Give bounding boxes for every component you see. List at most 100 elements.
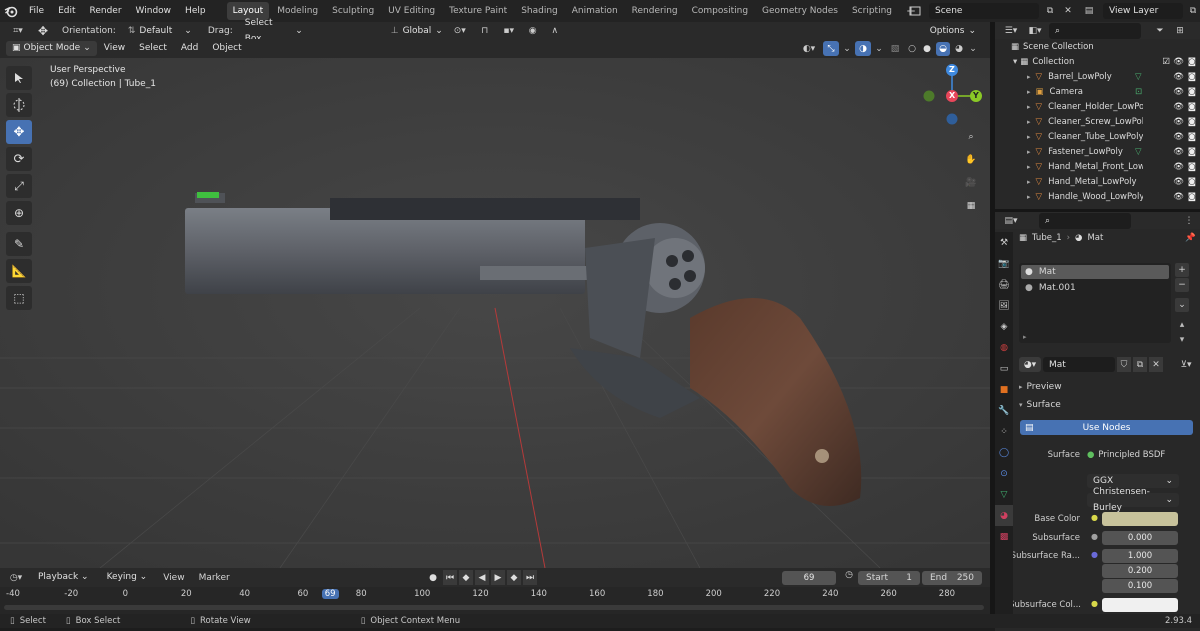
annotate-tool-icon[interactable]: ✎ [6,232,32,256]
tab-animation[interactable]: Animation [566,2,624,20]
playback-menu[interactable]: Playback ⌄ [32,570,95,585]
tab-compositing[interactable]: Compositing [686,2,754,20]
eye-icon[interactable]: 👁 [1173,87,1184,97]
add-cube-tool-icon[interactable]: ⬚ [6,286,32,310]
camera-render-icon[interactable]: ◙ [1188,117,1196,127]
use-nodes-button[interactable]: ▤ Use Nodes [1020,420,1193,435]
zoom-icon[interactable]: ⌕ [962,128,980,146]
chevron-down-icon[interactable]: ⌄ [874,44,884,54]
eye-icon[interactable]: 👁 [1173,57,1184,67]
socket-dot-icon[interactable]: ● [1091,550,1098,559]
unlink-material-icon[interactable]: ✕ [1149,357,1163,372]
checkbox-icon[interactable]: ☑ [1162,57,1170,67]
output-tab-icon[interactable]: 🖨 [995,274,1013,295]
snap-target-icon[interactable]: ▪▾ [499,26,519,36]
camera-render-icon[interactable]: ◙ [1188,102,1196,112]
new-collection-icon[interactable]: ⊞ [1173,26,1187,36]
editor-type-icon[interactable]: ⌗▾ [8,26,28,36]
3d-viewport[interactable]: User Perspective (69) Collection | Tube_… [0,58,990,568]
camera-render-icon[interactable]: ◙ [1188,87,1196,97]
rendered-shading-icon[interactable]: ◕ [953,44,965,54]
solid-shading-icon[interactable]: ● [921,44,933,54]
outliner-editor-icon[interactable]: ☰▾ [1001,26,1021,36]
socket-dot-icon[interactable]: ● [1091,532,1098,541]
chevron-down-icon[interactable]: ⌄ [842,44,852,54]
chevron-down-icon[interactable]: ⌄ [968,44,978,54]
camera-render-icon[interactable]: ◙ [1188,147,1196,157]
jump-start-icon[interactable]: ⏮ [443,570,457,585]
tab-rendering[interactable]: Rendering [626,2,684,20]
list-expand-icon[interactable]: ▸ [1023,333,1027,341]
tab-shading[interactable]: Shading [515,2,564,20]
transform-orientation-dropdown[interactable]: ⊥ Global ⌄ [384,22,443,39]
eye-icon[interactable]: 👁 [1173,192,1184,202]
visibility-filter-icon[interactable]: ◐▾ [798,44,820,54]
menu-select[interactable]: Select [132,39,174,58]
eye-icon[interactable]: 👁 [1173,102,1184,112]
preview-panel-header[interactable]: ▸ Preview [1019,382,1062,392]
transform-tool-icon[interactable]: ⊕ [6,201,32,225]
outliner-row[interactable]: ▸ ▽ Handle_Wood_LowPoly 👁 ◙ [995,189,1200,204]
eye-icon[interactable]: 👁 [1173,177,1184,187]
chevron-right-icon[interactable]: ▸ [1027,73,1031,81]
camera-render-icon[interactable]: ◙ [1188,192,1196,202]
outliner-row[interactable]: ▸ ▽ Cleaner_Screw_LowPoly 👁 ◙ [995,114,1200,129]
timeline-scrollbar[interactable] [4,605,984,610]
rotate-tool-icon[interactable]: ⟳ [6,147,32,171]
chevron-right-icon[interactable]: ▸ [1027,148,1031,156]
timeline-editor-icon[interactable]: ◷▾ [6,573,26,583]
tool-tab-icon[interactable]: ⚒ [995,232,1013,253]
tab-scripting[interactable]: Scripting [846,2,898,20]
scene-tab-icon[interactable]: ◈ [995,316,1013,337]
start-frame-field[interactable]: Start 1 [858,571,920,585]
surface-shader-selector[interactable]: ● Principled BSDF [1087,448,1179,462]
properties-search-input[interactable]: ⌕ [1039,212,1131,229]
cursor-tool-icon[interactable] [6,93,32,117]
measure-tool-icon[interactable]: 📐 [6,259,32,283]
browse-material-icon[interactable]: ◕▾ [1019,357,1041,372]
new-view-layer-icon[interactable]: ⧉ [1187,6,1199,16]
outliner-row[interactable]: ▸ ▽ Cleaner_Tube_LowPoly 👁 ◙ [995,129,1200,144]
jump-end-icon[interactable]: ⏭ [523,570,537,585]
fake-user-icon[interactable]: ⛉ [1117,357,1131,372]
camera-render-icon[interactable]: ◙ [1188,177,1196,187]
move-up-icon[interactable]: ▴ [1175,318,1189,332]
collection-tab-icon[interactable]: ▭ [995,358,1013,379]
play-icon[interactable]: ▶ [491,570,505,585]
eye-icon[interactable]: 👁 [1173,132,1184,142]
pan-hand-icon[interactable]: ✋ [962,151,980,169]
tab-geometry-nodes[interactable]: Geometry Nodes [756,2,844,20]
menu-object[interactable]: Object [205,39,248,58]
display-mode-icon[interactable]: ◧▾ [1025,26,1045,36]
menu-add[interactable]: Add [174,39,205,58]
camera-data-icon[interactable]: ⊡ [1135,87,1142,97]
chevron-right-icon[interactable]: ▸ [1027,178,1031,186]
new-scene-icon[interactable]: ⧉ [1043,6,1057,16]
subsurface-value-field[interactable]: 0.000 [1102,531,1178,545]
chevron-right-icon[interactable]: ▸ [1027,103,1031,111]
pin-icon[interactable]: 📌 [1185,233,1196,243]
gizmo-toggle-icon[interactable]: ⤡ [823,41,839,56]
tab-uv-editing[interactable]: UV Editing [382,2,441,20]
subsurface-radius-z-field[interactable]: 0.100 [1102,579,1178,593]
menu-window[interactable]: Window [129,0,179,22]
subsurface-radius-y-field[interactable]: 0.200 [1102,564,1178,578]
world-tab-icon[interactable]: ◍ [995,337,1013,358]
mesh-data-icon[interactable]: ▽ [1135,72,1142,82]
menu-help[interactable]: Help [178,0,213,22]
timeline-area[interactable]: -40 -20 0 20 40 60 69 80 100 120 140 160 180 200 220 24… [0,587,990,614]
eye-icon[interactable]: 👁 [1173,72,1184,82]
select-tool-icon[interactable] [6,66,32,90]
timeline-marker-menu[interactable]: Marker [195,573,234,583]
xray-toggle-icon[interactable]: ▧ [887,44,903,54]
subsurface-color-swatch[interactable] [1102,598,1178,612]
camera-render-icon[interactable]: ◙ [1188,57,1196,67]
options-dropdown[interactable]: Options ⌄ [923,22,982,39]
blender-logo-icon[interactable] [0,0,22,22]
playhead[interactable]: 69 [321,589,339,599]
subsurface-method-dropdown[interactable]: Christensen-Burley ⌄ [1087,487,1179,513]
chevron-right-icon[interactable]: ▸ [1027,88,1031,96]
navigation-gizmo[interactable]: Z X Y [920,64,984,128]
surface-panel-header[interactable]: ▾ Surface [1019,400,1061,410]
chevron-down-icon[interactable]: ▾ [1013,57,1017,67]
